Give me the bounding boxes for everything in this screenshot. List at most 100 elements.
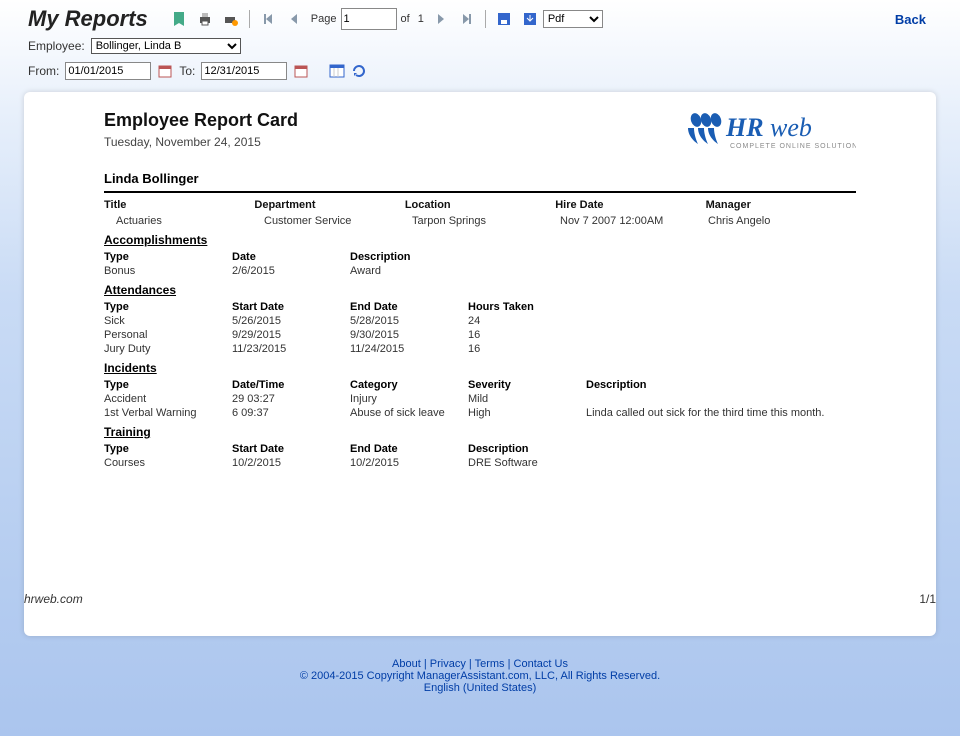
att-col-type: Type [104, 301, 224, 313]
section-attendances: Attendances [104, 283, 856, 297]
col-title: Title [104, 199, 254, 211]
svg-text:web: web [770, 113, 812, 142]
trn-start: 10/2/2015 [232, 457, 342, 469]
copyright: © 2004-2015 Copyright ManagerAssistant.c… [300, 670, 660, 682]
trn-col-type: Type [104, 443, 224, 455]
site-footer: About | Privacy | Terms | Contact Us © 2… [0, 658, 960, 694]
val-manager: Chris Angelo [708, 215, 856, 227]
report-title: Employee Report Card [104, 110, 298, 131]
att-end: 11/24/2015 [350, 343, 460, 355]
page-input[interactable] [341, 8, 397, 30]
report-page-indicator: 1/1 [919, 592, 936, 606]
separator [249, 10, 250, 28]
privacy-link[interactable]: Privacy [430, 658, 466, 670]
trn-col-desc: Description [468, 443, 856, 455]
report-page: Employee Report Card Tuesday, November 2… [24, 110, 936, 618]
hrweb-logo: HR web COMPLETE ONLINE SOLUTION [686, 110, 856, 157]
acc-date: 2/6/2015 [232, 265, 342, 277]
print-icon[interactable] [196, 10, 214, 28]
inc-type: 1st Verbal Warning [104, 407, 224, 419]
accomplishments-grid: Type Date Description Bonus 2/6/2015 Awa… [104, 251, 856, 277]
inc-desc: Linda called out sick for the third time… [586, 407, 856, 419]
val-dept: Customer Service [264, 215, 412, 227]
att-hours: 16 [468, 343, 856, 355]
section-incidents: Incidents [104, 361, 856, 375]
col-hiredate: Hire Date [555, 199, 705, 211]
val-location: Tarpon Springs [412, 215, 560, 227]
calendar-icon[interactable] [157, 63, 173, 79]
att-end: 5/28/2015 [350, 315, 460, 327]
inc-dt: 29 03:27 [232, 393, 342, 405]
incidents-grid: Type Date/Time Category Severity Descrip… [104, 379, 856, 419]
section-accomplishments: Accomplishments [104, 233, 856, 247]
format-select[interactable]: Pdf [543, 10, 603, 28]
trn-desc: DRE Software [468, 457, 856, 469]
svg-text:COMPLETE ONLINE SOLUTION: COMPLETE ONLINE SOLUTION [730, 143, 856, 150]
col-dept: Department [254, 199, 404, 211]
from-label: From: [28, 64, 59, 78]
att-type: Sick [104, 315, 224, 327]
section-training: Training [104, 425, 856, 439]
training-grid: Type Start Date End Date Description Cou… [104, 443, 856, 469]
info-header-row: Title Department Location Hire Date Mana… [104, 199, 856, 211]
employee-label: Employee: [28, 39, 85, 53]
next-page-icon[interactable] [432, 10, 450, 28]
about-link[interactable]: About [392, 658, 421, 670]
inc-dt: 6 09:37 [232, 407, 342, 419]
val-title: Actuaries [116, 215, 264, 227]
acc-col-type: Type [104, 251, 224, 263]
attendances-grid: Type Start Date End Date Hours Taken Sic… [104, 301, 856, 355]
inc-col-type: Type [104, 379, 224, 391]
to-label: To: [179, 64, 195, 78]
att-type: Personal [104, 329, 224, 341]
month-view-icon[interactable] [329, 63, 345, 79]
svg-text:HR: HR [725, 113, 764, 142]
contact-link[interactable]: Contact Us [514, 658, 568, 670]
bookmark-icon[interactable] [170, 10, 188, 28]
inc-desc [586, 393, 856, 405]
employee-select[interactable]: Bollinger, Linda B [91, 38, 241, 54]
locale-link[interactable]: English (United States) [424, 682, 537, 694]
separator [485, 10, 486, 28]
prev-page-icon[interactable] [285, 10, 303, 28]
acc-desc: Award [350, 265, 856, 277]
att-hours: 16 [468, 329, 856, 341]
att-start: 11/23/2015 [232, 343, 342, 355]
print-setup-icon[interactable] [222, 10, 240, 28]
val-hiredate: Nov 7 2007 12:00AM [560, 215, 708, 227]
first-page-icon[interactable] [259, 10, 277, 28]
last-page-icon[interactable] [458, 10, 476, 28]
inc-col-desc: Description [586, 379, 856, 391]
att-col-start: Start Date [232, 301, 342, 313]
back-link[interactable]: Back [895, 12, 936, 27]
att-end: 9/30/2015 [350, 329, 460, 341]
app-title: My Reports [28, 6, 166, 32]
to-date-input[interactable] [201, 62, 287, 80]
att-type: Jury Duty [104, 343, 224, 355]
page-count: 1 [418, 13, 424, 25]
trn-end: 10/2/2015 [350, 457, 460, 469]
inc-type: Accident [104, 393, 224, 405]
inc-sev: Mild [468, 393, 578, 405]
export-icon[interactable] [521, 10, 539, 28]
refresh-icon[interactable] [351, 63, 367, 79]
calendar-icon[interactable] [293, 63, 309, 79]
report-container: Employee Report Card Tuesday, November 2… [24, 92, 936, 636]
report-site: hrweb.com [24, 592, 83, 606]
from-date-input[interactable] [65, 62, 151, 80]
acc-col-date: Date [232, 251, 342, 263]
trn-col-end: End Date [350, 443, 460, 455]
att-start: 5/26/2015 [232, 315, 342, 327]
save-icon[interactable] [495, 10, 513, 28]
info-row: Actuaries Customer Service Tarpon Spring… [104, 215, 856, 227]
inc-col-sev: Severity [468, 379, 578, 391]
inc-cat: Injury [350, 393, 460, 405]
divider [104, 191, 856, 193]
terms-link[interactable]: Terms [475, 658, 505, 670]
page-label: Page [311, 13, 337, 25]
att-col-hours: Hours Taken [468, 301, 856, 313]
report-header: Employee Report Card Tuesday, November 2… [104, 110, 856, 157]
trn-col-start: Start Date [232, 443, 342, 455]
of-label: of [401, 13, 410, 25]
inc-col-cat: Category [350, 379, 460, 391]
